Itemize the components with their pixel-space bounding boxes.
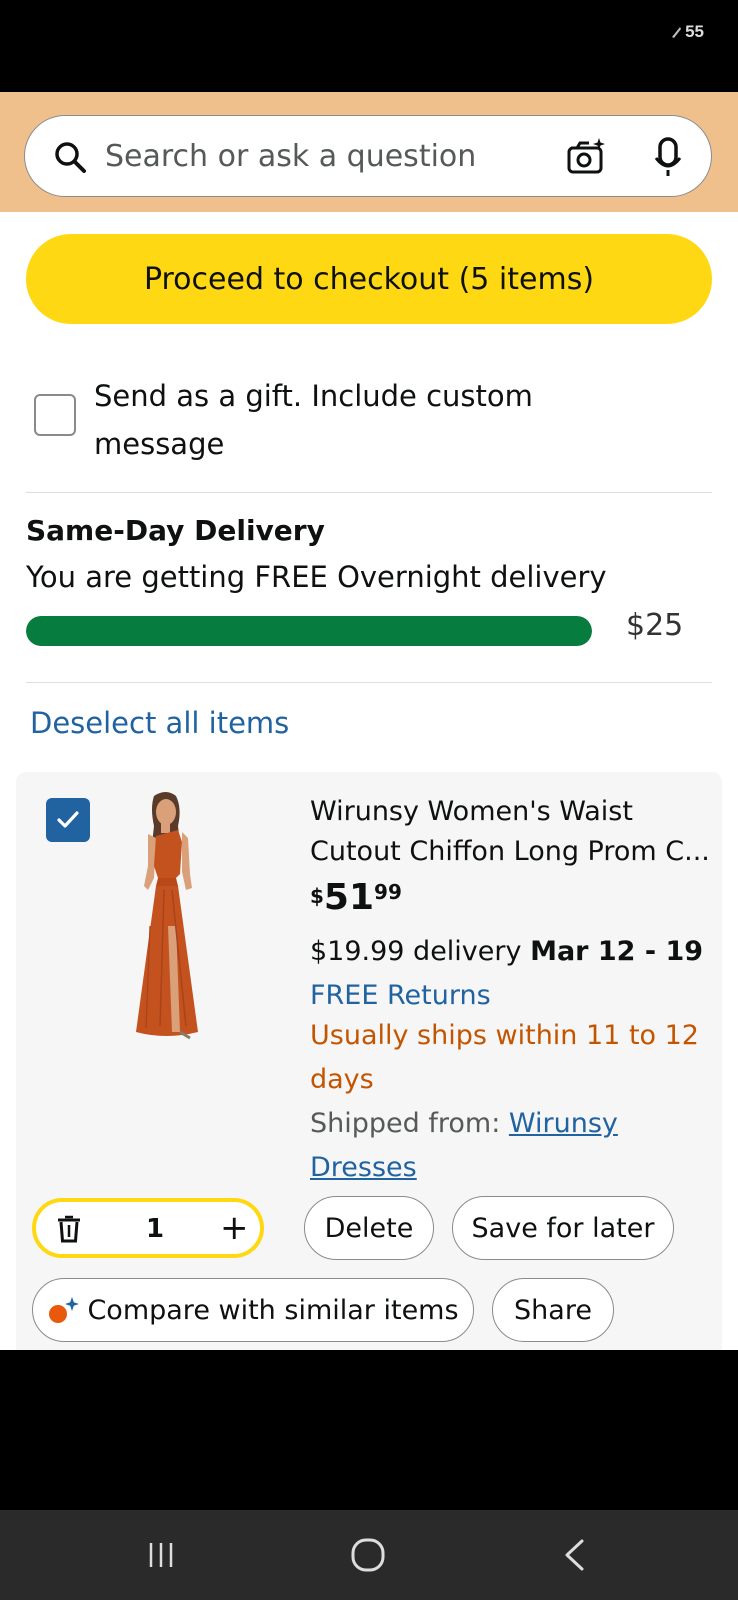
gift-checkbox[interactable] xyxy=(34,394,76,436)
quantity-value: 1 xyxy=(146,1214,165,1244)
product-price: $ 51 99 xyxy=(310,876,402,920)
delivery-fee: $19.99 delivery xyxy=(310,936,522,967)
divider xyxy=(26,492,712,493)
delete-button[interactable]: Delete xyxy=(304,1196,434,1260)
status-bar: 55 xyxy=(0,0,738,92)
quantity-stepper[interactable]: 1 + xyxy=(32,1198,264,1258)
camera-search-icon[interactable] xyxy=(565,136,607,178)
battery-level: 55 xyxy=(685,22,704,41)
delivery-dates: Mar 12 - 19 xyxy=(530,936,704,967)
product-title[interactable]: Wirunsy Women's Waist Cutout Chiffon Lon… xyxy=(310,792,710,872)
home-icon[interactable] xyxy=(350,1537,386,1573)
microphone-icon[interactable] xyxy=(653,136,683,178)
proceed-to-checkout-button[interactable]: Proceed to checkout (5 items) xyxy=(26,234,712,324)
price-fraction: 99 xyxy=(374,880,402,904)
battery-indicator: 55 xyxy=(669,22,704,42)
shipped-from: Shipped from: Wirunsy Dresses xyxy=(310,1102,710,1190)
deselect-all-link[interactable]: Deselect all items xyxy=(30,706,289,740)
cart-item: Wirunsy Women's Waist Cutout Chiffon Lon… xyxy=(16,772,722,1350)
delivery-subtitle: You are getting FREE Overnight delivery xyxy=(26,560,607,594)
divider xyxy=(26,682,712,683)
recents-icon[interactable] xyxy=(146,1540,176,1570)
gift-option[interactable]: Send as a gift. Include custom message xyxy=(34,372,714,472)
compare-similar-button[interactable]: Compare with similar items xyxy=(32,1278,474,1342)
price-whole: 51 xyxy=(323,877,375,918)
free-returns-link[interactable]: FREE Returns xyxy=(310,980,491,1011)
delivery-threshold-amount: $25 xyxy=(626,608,684,643)
trash-icon[interactable] xyxy=(56,1215,82,1243)
item-select-checkbox[interactable] xyxy=(46,798,90,842)
shipped-from-label: Shipped from: xyxy=(310,1108,501,1139)
shipping-note: Usually ships within 11 to 12 days xyxy=(310,1020,699,1095)
ai-sparkle-icon xyxy=(49,1297,80,1323)
system-navigation-bar xyxy=(0,1510,738,1600)
delivery-progress-fill xyxy=(26,616,592,646)
search-input[interactable] xyxy=(105,132,545,180)
delivery-progress-bar xyxy=(26,616,592,646)
gift-label: Send as a gift. Include custom message xyxy=(94,379,533,461)
search-icon[interactable] xyxy=(53,140,87,174)
battery-saver-icon xyxy=(672,27,682,38)
cart-content: Proceed to checkout (5 items) Send as a … xyxy=(0,212,738,1350)
product-image[interactable] xyxy=(106,786,226,1046)
plus-icon[interactable]: + xyxy=(220,1208,249,1248)
price-symbol: $ xyxy=(310,884,324,908)
delivery-title: Same-Day Delivery xyxy=(26,514,325,547)
check-icon xyxy=(57,811,79,828)
share-button[interactable]: Share xyxy=(492,1278,614,1342)
delivery-info: $19.99 delivery Mar 12 - 19 xyxy=(310,936,703,967)
back-icon[interactable] xyxy=(562,1538,586,1572)
search-band xyxy=(0,92,738,212)
compare-label: Compare with similar items xyxy=(87,1294,459,1326)
search-box[interactable] xyxy=(24,115,712,197)
save-for-later-button[interactable]: Save for later xyxy=(452,1196,674,1260)
